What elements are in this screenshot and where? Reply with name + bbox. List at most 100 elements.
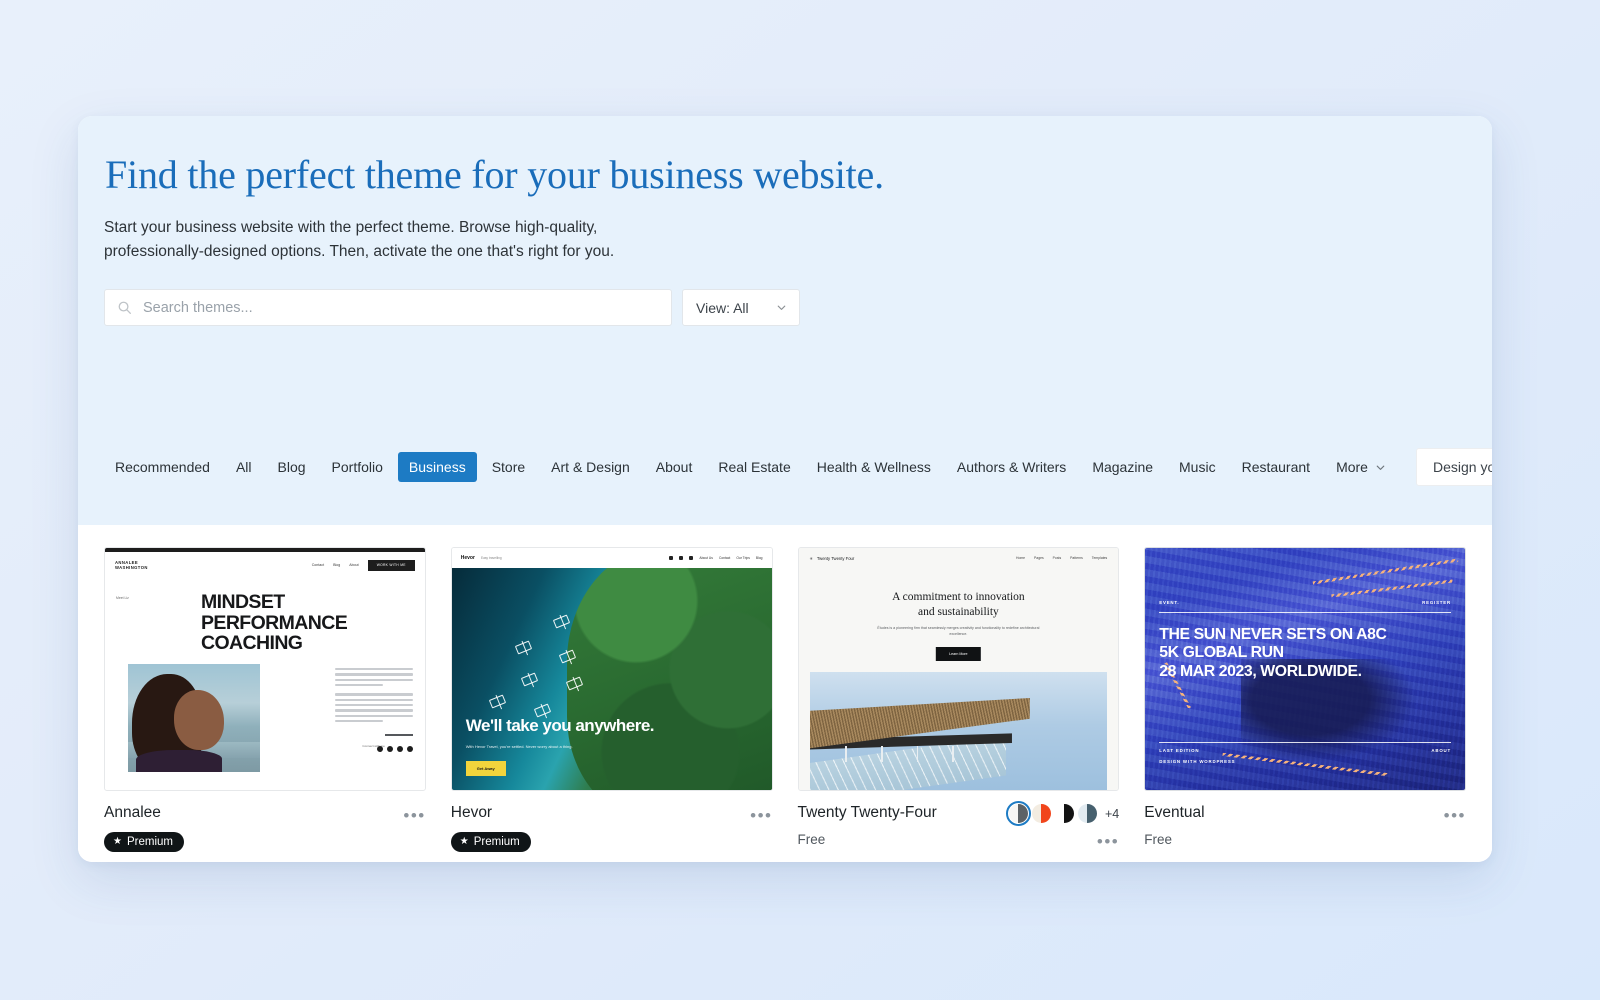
mini-nav-links: Contact Blog About WORK WITH ME (312, 559, 415, 571)
tab-about[interactable]: About (645, 452, 704, 482)
theme-card-twenty-twenty-four: ✳ Twenty Twenty Four Home Pages Posts Pa… (797, 547, 1120, 852)
themes-grid-container: ANNALEE WASHINGTON Contact Blog About WO… (78, 525, 1492, 862)
theme-preview-eventual[interactable]: EVENT. REGISTER THE SUN NEVER SETS ON A8… (1144, 547, 1466, 791)
tab-label: Art & Design (551, 459, 630, 475)
mini-social-icons (376, 746, 413, 752)
tab-label: Portfolio (331, 459, 383, 475)
mini-hero-image: EVENT. REGISTER THE SUN NEVER SETS ON A8… (1145, 548, 1465, 790)
mini-site-annalee: ANNALEE WASHINGTON Contact Blog About WO… (105, 548, 425, 790)
tab-music[interactable]: Music (1168, 452, 1227, 482)
theme-preview-hevor[interactable]: Hevor Easy travelling About Us Contact O… (450, 547, 773, 791)
tab-label: Store (491, 459, 526, 475)
theme-card-eventual: EVENT. REGISTER THE SUN NEVER SETS ON A8… (1144, 547, 1466, 852)
theme-preview-twenty-twenty-four[interactable]: ✳ Twenty Twenty Four Home Pages Posts Pa… (797, 547, 1120, 791)
theme-meta: Twenty Twenty-Four Free +4 ••• (797, 800, 1120, 850)
theme-actions-menu[interactable]: ••• (403, 804, 425, 824)
theme-meta: Annalee ★ Premium ••• (104, 804, 426, 852)
mini-eyebrow: Meet Liz (116, 596, 129, 600)
tab-portfolio[interactable]: Portfolio (321, 452, 394, 482)
star-icon: ✳ (809, 555, 813, 561)
tab-recommended[interactable]: Recommended (104, 452, 221, 482)
color-swatch[interactable] (1054, 804, 1074, 823)
tab-business[interactable]: Business (397, 452, 477, 482)
mini-label-last-edition: LAST EDITION (1159, 748, 1200, 753)
tab-restaurant[interactable]: Restaurant (1231, 452, 1321, 482)
hero-subtitle-line1: Start your business website with the per… (104, 219, 598, 236)
search-input[interactable] (143, 299, 659, 316)
theme-meta: Eventual Free ••• (1144, 804, 1466, 847)
tab-real-estate[interactable]: Real Estate (707, 452, 801, 482)
theme-card-hevor: Hevor Easy travelling About Us Contact O… (450, 547, 773, 852)
hero-section: Find the perfect theme for your business… (78, 116, 1492, 409)
tab-label: About (655, 459, 693, 475)
tab-art-design[interactable]: Art & Design (540, 452, 641, 482)
theme-actions-menu[interactable]: ••• (750, 804, 772, 824)
mini-photo (128, 664, 260, 772)
search-box[interactable] (104, 289, 672, 327)
mini-label-design-with-wordpress: DESIGN WITH WORDPRESS (1159, 759, 1236, 764)
tab-label: Recommended (115, 459, 210, 475)
color-swatch[interactable] (1005, 800, 1032, 827)
mini-label-about: ABOUT (1431, 748, 1451, 753)
mini-cta: WORK WITH ME (367, 559, 415, 571)
theme-actions-menu[interactable]: ••• (1097, 830, 1119, 850)
color-swatch[interactable] (1031, 804, 1051, 823)
mini-headline: A commitment to innovation and sustainab… (892, 591, 1025, 618)
tab-label: Magazine (1092, 459, 1154, 475)
theme-price: Free (797, 831, 826, 847)
tab-magazine[interactable]: Magazine (1081, 452, 1164, 482)
tab-label: Restaurant (1241, 459, 1311, 475)
star-icon: ★ (459, 835, 469, 847)
status-badge: ★ Premium (104, 831, 184, 852)
tab-health-wellness[interactable]: Health & Wellness (806, 452, 942, 482)
theme-name: Hevor (450, 804, 493, 821)
theme-browser-card: Find the perfect theme for your business… (78, 116, 1492, 862)
mini-cta-button: Get Away (465, 761, 506, 776)
mini-logo: Hevor (460, 555, 475, 561)
theme-name: Eventual (1144, 804, 1205, 821)
tab-all[interactable]: All (225, 452, 263, 482)
tab-label: Real Estate (718, 459, 791, 475)
badge-label: Premium (126, 835, 173, 848)
mini-nav: ✳ Twenty Twenty Four Home Pages Posts Pa… (798, 548, 1119, 568)
tab-label: Health & Wellness (816, 459, 931, 475)
mini-site-hevor: Hevor Easy travelling About Us Contact O… (451, 548, 772, 790)
mini-photo (809, 672, 1108, 790)
tab-label: Music (1179, 459, 1216, 475)
tab-label: Business (408, 459, 466, 475)
theme-preview-annalee[interactable]: ANNALEE WASHINGTON Contact Blog About WO… (104, 547, 426, 791)
mini-cta-button: Learn More (936, 647, 981, 661)
hero-subtitle: Start your business website with the per… (104, 216, 724, 263)
star-icon: ★ (113, 835, 122, 847)
theme-actions-menu[interactable]: ••• (1444, 804, 1466, 824)
mini-nav-links: Home Pages Posts Patterns Templates (1016, 556, 1108, 560)
tab-more[interactable]: More (1325, 452, 1398, 482)
social-icon (689, 556, 694, 560)
view-filter-dropdown[interactable]: View: All (682, 289, 800, 327)
mini-site-eventual: EVENT. REGISTER THE SUN NEVER SETS ON A8… (1145, 548, 1465, 790)
theme-card-annalee: ANNALEE WASHINGTON Contact Blog About WO… (104, 547, 426, 852)
tab-store[interactable]: Store (481, 452, 536, 482)
mini-label-event: EVENT. (1159, 600, 1180, 605)
mini-label-register: REGISTER (1422, 600, 1451, 605)
color-swatches: +4 (1005, 800, 1120, 827)
color-swatch[interactable] (1077, 804, 1097, 823)
tab-label: All (235, 459, 252, 475)
tab-blog[interactable]: Blog (267, 452, 317, 482)
theme-meta: Hevor ★ Premium ••• (450, 804, 773, 852)
mini-subtext: Études is a pioneering firm that seamles… (877, 626, 1040, 636)
mini-nav: ANNALEE WASHINGTON Contact Blog About WO… (105, 556, 425, 574)
social-icon (669, 556, 674, 560)
themes-grid: ANNALEE WASHINGTON Contact Blog About WO… (104, 547, 1466, 862)
category-tabs: Recommended All Blog Portfolio Business Store… (104, 452, 1398, 482)
mini-tagline: Easy travelling (480, 556, 502, 560)
theme-name: Annalee (104, 804, 161, 821)
mini-subtext: With Hevor Travel, you're settled. Never… (465, 744, 573, 749)
mini-read-link (384, 734, 413, 737)
design-your-own-button[interactable]: Design your own (1415, 448, 1492, 486)
badge-label: Premium (473, 835, 520, 848)
mini-body: A commitment to innovation and sustainab… (798, 568, 1119, 790)
swatch-overflow-count: +4 (1104, 806, 1120, 821)
tab-authors-writers[interactable]: Authors & Writers (946, 452, 1077, 482)
view-filter-label: View: All (696, 299, 749, 316)
